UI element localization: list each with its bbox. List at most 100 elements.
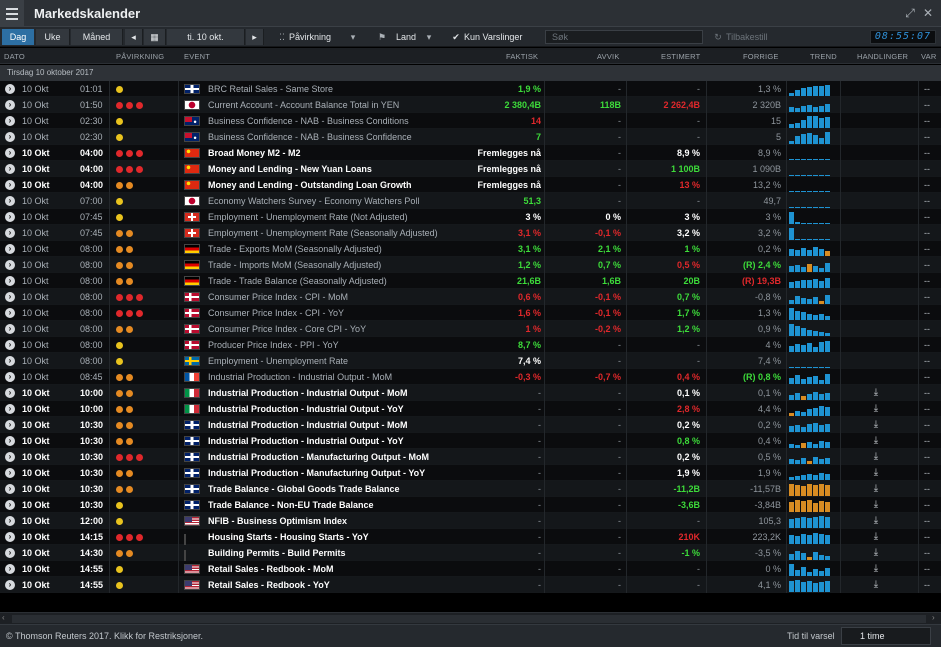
download-icon[interactable]: ⤓ xyxy=(870,387,882,399)
alert-cell[interactable]: -- xyxy=(924,353,930,369)
expand-row-icon[interactable]: › xyxy=(5,388,15,398)
expand-row-icon[interactable]: › xyxy=(5,308,15,318)
alert-cell[interactable]: -- xyxy=(924,241,930,257)
table-row[interactable]: › 10 Okt 10:30 Industrial Production - Manu… xyxy=(0,465,941,481)
expand-row-icon[interactable]: › xyxy=(5,548,15,558)
expand-row-icon[interactable]: › xyxy=(5,404,15,414)
reset-button[interactable]: Tilbakestill xyxy=(726,29,786,45)
table-row[interactable]: › 10 Okt 04:00 Broad Money M2 - M2 Fremlegge… xyxy=(0,145,941,161)
expand-row-icon[interactable]: › xyxy=(5,292,15,302)
expand-row-icon[interactable]: › xyxy=(5,196,15,206)
table-row[interactable]: › 10 Okt 02:30 Business Confidence - NAB - … xyxy=(0,113,941,129)
alert-cell[interactable]: -- xyxy=(924,161,930,177)
alert-cell[interactable]: -- xyxy=(924,81,930,97)
calendar-icon[interactable]: ▦ xyxy=(144,29,166,45)
table-row[interactable]: › 10 Okt 04:00 Money and Lending - New Yuan… xyxy=(0,161,941,177)
alert-cell[interactable]: -- xyxy=(924,401,930,417)
scroll-left-icon[interactable]: ‹ xyxy=(2,613,5,622)
download-icon[interactable]: ⤓ xyxy=(870,467,882,479)
alert-cell[interactable]: -- xyxy=(924,193,930,209)
alert-cell[interactable]: -- xyxy=(924,97,930,113)
alert-cell[interactable]: -- xyxy=(924,305,930,321)
table-row[interactable]: › 10 Okt 07:00 Economy Watchers Survey - Ec… xyxy=(0,193,941,209)
expand-row-icon[interactable]: › xyxy=(5,132,15,142)
close-icon[interactable]: ✕ xyxy=(920,5,936,21)
download-icon[interactable]: ⤓ xyxy=(870,403,882,415)
col-previous[interactable]: FORRIGE xyxy=(743,52,779,61)
alert-cell[interactable]: -- xyxy=(924,289,930,305)
alert-cell[interactable]: -- xyxy=(924,545,930,561)
download-icon[interactable]: ⤓ xyxy=(870,563,882,575)
expand-row-icon[interactable]: › xyxy=(5,164,15,174)
alert-cell[interactable]: -- xyxy=(924,145,930,161)
download-icon[interactable]: ⤓ xyxy=(870,547,882,559)
download-icon[interactable]: ⤓ xyxy=(870,483,882,495)
table-row[interactable]: › 10 Okt 08:00 Producer Price Index - PPI -… xyxy=(0,337,941,353)
alert-cell[interactable]: -- xyxy=(924,529,930,545)
expand-row-icon[interactable]: › xyxy=(5,212,15,222)
alert-cell[interactable]: -- xyxy=(924,113,930,129)
expand-row-icon[interactable]: › xyxy=(5,180,15,190)
table-row[interactable]: › 10 Okt 02:30 Business Confidence - NAB - … xyxy=(0,129,941,145)
scroll-right-icon[interactable]: › xyxy=(932,613,935,622)
alert-cell[interactable]: -- xyxy=(924,433,930,449)
col-actions[interactable]: HANDLINGER xyxy=(857,52,908,61)
expand-row-icon[interactable]: › xyxy=(5,148,15,158)
search-input[interactable]: Søk xyxy=(545,30,703,44)
col-deviation[interactable]: AVVIK xyxy=(597,52,620,61)
horizontal-scrollbar[interactable]: ‹ › xyxy=(0,612,941,624)
table-row[interactable]: › 10 Okt 04:00 Money and Lending - Outstand… xyxy=(0,177,941,193)
expand-row-icon[interactable]: › xyxy=(5,228,15,238)
expand-row-icon[interactable]: › xyxy=(5,516,15,526)
col-actual[interactable]: FAKTISK xyxy=(506,52,538,61)
expand-row-icon[interactable]: › xyxy=(5,260,15,270)
prev-day-button[interactable]: ◂ xyxy=(125,29,143,45)
expand-icon[interactable]: ⤢ xyxy=(902,5,918,21)
alert-cell[interactable]: -- xyxy=(924,129,930,145)
alert-cell[interactable]: -- xyxy=(924,385,930,401)
table-row[interactable]: › 10 Okt 10:30 Industrial Production - Indu… xyxy=(0,433,941,449)
alert-cell[interactable]: -- xyxy=(924,337,930,353)
expand-row-icon[interactable]: › xyxy=(5,580,15,590)
next-day-button[interactable]: ▸ xyxy=(246,29,264,45)
expand-row-icon[interactable]: › xyxy=(5,244,15,254)
expand-row-icon[interactable]: › xyxy=(5,484,15,494)
date-display[interactable]: ti. 10 okt. xyxy=(167,29,245,45)
expand-row-icon[interactable]: › xyxy=(5,452,15,462)
table-row[interactable]: › 10 Okt 08:00 Trade - Imports MoM (Seasona… xyxy=(0,257,941,273)
col-impact[interactable]: PÅVIRKNING xyxy=(116,52,164,61)
expand-row-icon[interactable]: › xyxy=(5,532,15,542)
table-row[interactable]: › 10 Okt 14:15 Housing Starts - Housing Sta… xyxy=(0,529,941,546)
alert-cell[interactable]: -- xyxy=(924,177,930,193)
alert-cell[interactable]: -- xyxy=(924,481,930,497)
alert-cell[interactable]: -- xyxy=(924,273,930,289)
tab-day[interactable]: Dag xyxy=(2,29,34,45)
alert-cell[interactable]: -- xyxy=(924,577,930,593)
expand-row-icon[interactable]: › xyxy=(5,340,15,350)
expand-row-icon[interactable]: › xyxy=(5,564,15,574)
impact-filter[interactable]: Påvirkning xyxy=(289,29,339,45)
country-dropdown-icon[interactable]: ▾ xyxy=(424,29,434,45)
table-row[interactable]: › 10 Okt 14:30 Building Permits - Build Per… xyxy=(0,545,941,562)
table-row[interactable]: › 10 Okt 10:30 Trade Balance - Non-EU Trade… xyxy=(0,497,941,513)
expand-row-icon[interactable]: › xyxy=(5,372,15,382)
impact-dropdown-icon[interactable]: ▾ xyxy=(348,29,358,45)
expand-row-icon[interactable]: › xyxy=(5,276,15,286)
table-row[interactable]: › 10 Okt 08:00 Trade - Exports MoM (Seasona… xyxy=(0,241,941,257)
reset-icon[interactable]: ↻ xyxy=(712,29,724,45)
col-trend[interactable]: TREND xyxy=(810,52,837,61)
table-row[interactable]: › 10 Okt 08:45 Industrial Production - Indu… xyxy=(0,369,941,385)
menu-icon[interactable] xyxy=(0,0,24,27)
table-row[interactable]: › 10 Okt 10:30 Industrial Production - Indu… xyxy=(0,417,941,433)
expand-row-icon[interactable]: › xyxy=(5,324,15,334)
download-icon[interactable]: ⤓ xyxy=(870,435,882,447)
expand-row-icon[interactable]: › xyxy=(5,84,15,94)
expand-row-icon[interactable]: › xyxy=(5,468,15,478)
tab-week[interactable]: Uke xyxy=(36,29,70,45)
alert-cell[interactable]: -- xyxy=(924,449,930,465)
scrollbar-thumb[interactable] xyxy=(12,615,926,623)
alert-cell[interactable]: -- xyxy=(924,369,930,385)
table-row[interactable]: › 10 Okt 14:55 Retail Sales - Redbook - YoY… xyxy=(0,577,941,593)
expand-row-icon[interactable]: › xyxy=(5,356,15,366)
table-row[interactable]: › 10 Okt 14:55 Retail Sales - Redbook - MoM… xyxy=(0,561,941,577)
